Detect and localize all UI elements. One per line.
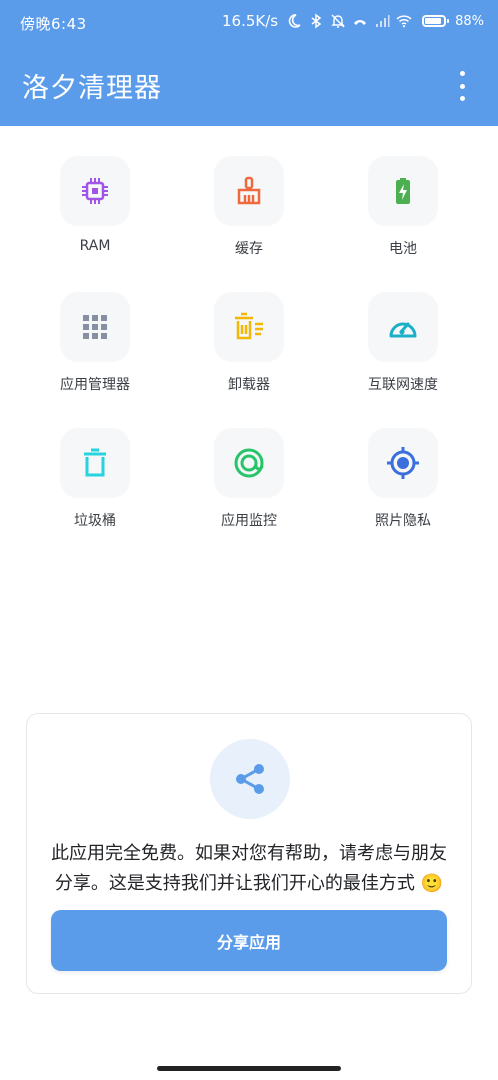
tile-icon-box xyxy=(214,292,284,362)
tile-app-monitor[interactable]: 应用监控 xyxy=(169,428,329,530)
share-app-button[interactable]: 分享应用 xyxy=(51,910,447,971)
bell-off-icon xyxy=(331,14,345,28)
bluetooth-icon xyxy=(311,13,322,29)
app-header: 傍晚6:43 16.5K/s 88% 洛夕清理器 xyxy=(0,0,498,126)
tile-label: 互联网速度 xyxy=(368,377,438,393)
share-icon-circle xyxy=(210,739,290,819)
target-icon xyxy=(387,447,419,479)
tile-photo-privacy[interactable]: 照片隐私 xyxy=(323,428,483,530)
battery-indicator xyxy=(422,15,450,27)
network-speed: 16.5K/s xyxy=(221,12,279,30)
share-message: 此应用完全免费。如果对您有帮助，请考虑与朋友分享。这是支持我们并让我们开心的最佳… xyxy=(51,843,447,894)
share-icon xyxy=(236,764,264,794)
more-vert-icon[interactable] xyxy=(450,71,474,101)
tile-icon-box xyxy=(214,156,284,226)
tile-cache[interactable]: 缓存 xyxy=(169,156,329,258)
tile-label: 应用监控 xyxy=(221,513,277,529)
tile-app-manager[interactable]: 应用管理器 xyxy=(15,292,175,394)
speedometer-icon xyxy=(389,322,417,338)
battery-icon xyxy=(396,178,410,204)
tile-icon-box xyxy=(60,428,130,498)
tile-icon-box xyxy=(60,156,130,226)
trash-icon xyxy=(84,448,106,477)
tile-icon-box xyxy=(368,156,438,226)
tile-label: 卸载器 xyxy=(228,377,270,393)
tile-label: RAM xyxy=(79,238,111,254)
share-card: 此应用完全免费。如果对您有帮助，请考虑与朋友分享。这是支持我们并让我们开心的最佳… xyxy=(26,713,472,994)
signal-icon xyxy=(376,15,390,27)
grid-icon xyxy=(83,315,107,339)
moon-icon xyxy=(288,14,301,28)
page-title: 洛夕清理器 xyxy=(22,73,162,104)
tile-label: 缓存 xyxy=(235,241,263,257)
tile-icon-box xyxy=(368,428,438,498)
call-missed-icon xyxy=(354,20,367,25)
status-right: 16.5K/s 88% xyxy=(222,12,484,30)
home-indicator[interactable] xyxy=(157,1066,341,1071)
status-time: 傍晚6:43 xyxy=(20,15,87,33)
tile-icon-box xyxy=(60,292,130,362)
tile-icon-box xyxy=(214,428,284,498)
tile-ram[interactable]: RAM xyxy=(15,156,175,254)
battery-level xyxy=(425,18,442,24)
tile-icon-box xyxy=(368,292,438,362)
tile-label: 照片隐私 xyxy=(375,513,431,529)
battery-percent: 88% xyxy=(455,13,484,29)
tile-internet-speed[interactable]: 互联网速度 xyxy=(323,292,483,394)
tile-trash[interactable]: 垃圾桶 xyxy=(15,428,175,530)
trash-list-icon xyxy=(235,312,263,340)
broom-icon xyxy=(237,176,261,205)
monitor-icon xyxy=(234,448,264,478)
chip-icon xyxy=(82,178,108,204)
tile-label: 电池 xyxy=(389,241,417,257)
status-bar: 傍晚6:43 16.5K/s 88% xyxy=(0,0,498,44)
tile-label: 应用管理器 xyxy=(60,377,130,393)
wifi-icon xyxy=(396,15,412,28)
tile-label: 垃圾桶 xyxy=(74,513,116,529)
tile-uninstaller[interactable]: 卸载器 xyxy=(169,292,329,394)
tile-battery[interactable]: 电池 xyxy=(323,156,483,258)
